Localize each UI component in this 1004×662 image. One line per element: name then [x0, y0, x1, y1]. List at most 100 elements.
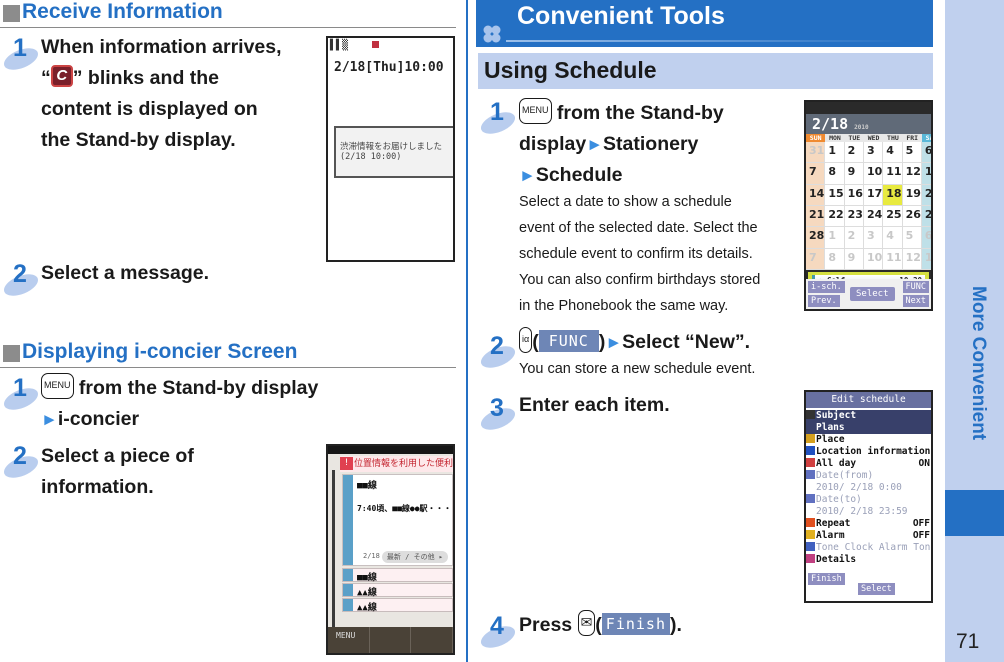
calendar-day[interactable]: 2 — [844, 227, 864, 249]
calendar-day[interactable]: 22 — [825, 206, 845, 228]
calendar-day[interactable]: 14 — [806, 184, 826, 206]
calendar-day[interactable]: 25 — [883, 206, 903, 228]
edit-schedule-screen: Edit schedule Subject Plans Place Location … — [804, 390, 933, 603]
calendar-day[interactable]: 7 — [806, 163, 826, 185]
calendar-day[interactable]: 18 — [883, 184, 903, 206]
notification-box[interactable]: 渋滞情報をお届けしました (2/18 10:00) — [334, 126, 453, 178]
field-label: Alarm — [816, 530, 845, 541]
field-label: Date(from) — [816, 470, 874, 481]
step-description: You can store a new schedule event. — [519, 361, 756, 377]
calendar-day[interactable]: 3 — [863, 227, 884, 249]
softkey-select[interactable]: Select — [850, 287, 895, 301]
softkey-prev[interactable]: Prev. — [808, 295, 840, 307]
arrow-icon: ► — [586, 135, 604, 154]
calendar-day[interactable]: 16 — [844, 184, 864, 206]
calendar-day[interactable]: 17 — [863, 184, 884, 206]
calendar-day[interactable]: 28 — [806, 227, 826, 249]
calendar-day[interactable]: 9 — [844, 248, 864, 270]
softkey-next[interactable]: Next — [902, 295, 929, 307]
softkey-center[interactable] — [370, 627, 412, 653]
calendar-day[interactable]: 4 — [883, 227, 903, 249]
calendar-day[interactable]: 11 — [883, 248, 903, 270]
softkey-func[interactable]: FUNC — [902, 281, 929, 293]
calendar-day[interactable]: 12 — [902, 248, 922, 270]
calendar-day[interactable]: 8 — [825, 163, 845, 185]
scrollbar[interactable] — [332, 470, 335, 630]
list-item[interactable]: ▲▲線 — [342, 583, 453, 598]
edit-field-row[interactable]: Location information — [806, 446, 931, 458]
softkey-select[interactable]: Select — [858, 583, 895, 595]
calendar-day[interactable]: 19 — [902, 184, 922, 206]
calendar-day[interactable]: 23 — [844, 206, 864, 228]
calendar-day[interactable]: 6 — [921, 142, 931, 164]
calendar-day[interactable]: 11 — [883, 163, 903, 185]
edit-field-row[interactable]: Date(from) — [806, 470, 931, 482]
field-label: Subject — [816, 410, 857, 421]
calendar-day[interactable]: 24 — [863, 206, 884, 228]
calendar-day[interactable]: 21 — [806, 206, 826, 228]
calendar-day[interactable]: 27 — [921, 206, 931, 228]
step-text: iα(FUNC)►Select “New”. — [519, 326, 819, 358]
field-label: Repeat — [816, 518, 851, 529]
calendar-day[interactable]: 9 — [844, 163, 864, 185]
field-label: Location information — [816, 446, 931, 457]
edit-field-row[interactable]: All day ON — [806, 458, 931, 470]
edit-field-row[interactable]: Alarm OFF — [806, 530, 931, 542]
arrow-icon: ► — [41, 410, 58, 429]
calendar-day[interactable]: 13 — [921, 248, 931, 270]
edit-field-row[interactable]: Date(to) — [806, 494, 931, 506]
banner[interactable]: ! 位置情報を利用した便利なサービス — [340, 456, 453, 472]
step-number: 1 — [0, 34, 43, 75]
softkey-right[interactable] — [411, 627, 453, 653]
edit-field-row[interactable]: Tone Clock Alarm Tone — [806, 542, 931, 554]
edit-field-row[interactable]: 2010/ 2/18 23:59 — [806, 506, 931, 518]
arrow-icon: ► — [519, 166, 536, 185]
step-number: 2 — [477, 332, 520, 373]
calendar-day[interactable]: 8 — [825, 248, 845, 270]
step-text: When information arrives, “C” blinks and… — [41, 36, 282, 151]
calendar-day[interactable]: 5 — [902, 227, 922, 249]
calendar-day[interactable]: 26 — [902, 206, 922, 228]
calendar-day[interactable]: 1 — [825, 142, 845, 164]
calendar-day[interactable]: 15 — [825, 184, 845, 206]
calendar-day[interactable]: 6 — [921, 227, 931, 249]
edit-field-row[interactable]: 2010/ 2/18 0:00 — [806, 482, 931, 494]
calendar-day[interactable]: 10 — [863, 163, 884, 185]
calendar-day[interactable]: 10 — [863, 248, 884, 270]
calendar-day[interactable]: 13 — [921, 163, 931, 185]
softkey-finish[interactable]: Finish — [808, 573, 845, 585]
calendar-day[interactable]: 20 — [921, 184, 931, 206]
calendar-header: 2/18 2010 — [806, 114, 931, 134]
calendar-day[interactable]: 5 — [902, 142, 922, 164]
heading-text: Receive Information — [22, 0, 223, 23]
softkey-menu[interactable]: MENU — [328, 627, 370, 653]
more-button[interactable]: 最新 / その他 ▸ — [381, 551, 448, 563]
edit-field-row[interactable]: Details — [806, 554, 931, 566]
field-label: 2010/ 2/18 0:00 — [816, 482, 902, 493]
list-item[interactable]: ■■線 — [342, 568, 453, 583]
chapter-marker — [945, 490, 1004, 536]
info-card[interactable]: ■■線 7:40頃、■■線●●駅・・・ 2/18 9:38 現在 最新 / その… — [342, 474, 453, 566]
field-label: Place — [816, 434, 845, 445]
day-of-week-label: SUN — [806, 134, 826, 142]
softkey-isch[interactable]: i-sch. — [808, 281, 845, 293]
softkey-bar: i-sch. Prev. Select FUNC Next — [806, 279, 931, 309]
edit-field-row[interactable]: Subject — [806, 410, 931, 422]
calendar-day[interactable]: 7 — [806, 248, 826, 270]
edit-field-row[interactable]: Plans — [806, 422, 931, 434]
edit-field-row[interactable]: Repeat OFF — [806, 518, 931, 530]
day-of-week-label: SAT — [921, 134, 931, 142]
section-title-bar: Convenient Tools — [476, 0, 933, 47]
field-icon — [806, 518, 815, 527]
edit-field-row[interactable]: Place — [806, 434, 931, 446]
field-label: Plans — [816, 422, 845, 433]
calendar-day[interactable]: 1 — [825, 227, 845, 249]
field-value: OFF — [912, 530, 930, 541]
calendar-day[interactable]: 2 — [844, 142, 864, 164]
func-softkey-label: FUNC — [538, 329, 599, 352]
list-item[interactable]: ▲▲線 — [342, 598, 453, 613]
calendar-day[interactable]: 31 — [806, 142, 826, 164]
calendar-day[interactable]: 3 — [863, 142, 884, 164]
calendar-day[interactable]: 4 — [883, 142, 903, 164]
calendar-day[interactable]: 12 — [902, 163, 922, 185]
